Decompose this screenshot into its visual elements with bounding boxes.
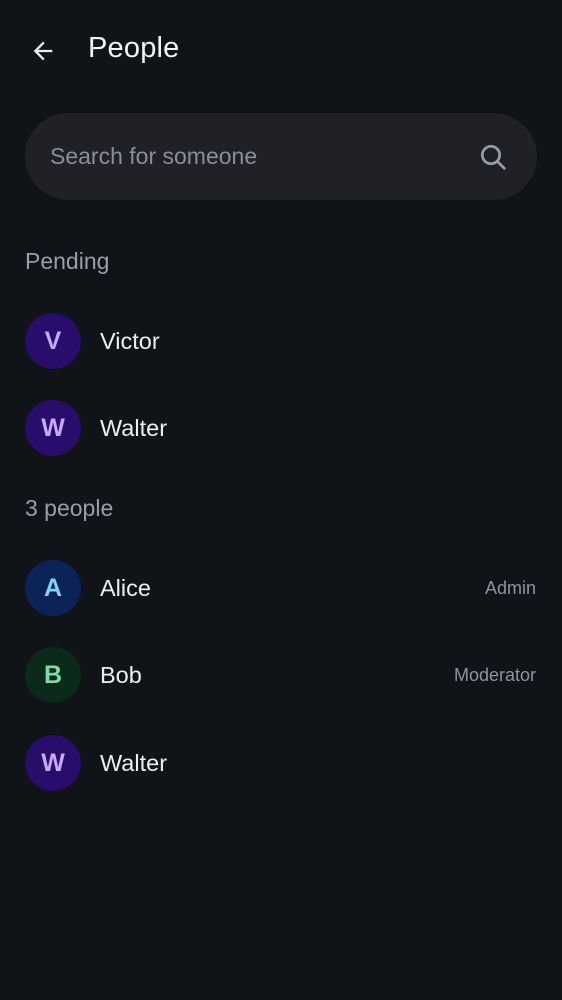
member-name: Walter [100, 749, 168, 776]
avatar: V [25, 313, 81, 369]
member-name: Bob [100, 661, 142, 688]
avatar: W [25, 735, 81, 791]
search-input[interactable] [25, 113, 477, 200]
member-row[interactable]: B Bob Moderator [0, 635, 562, 715]
arrow-left-icon [33, 41, 53, 61]
section-header-pending: Pending [25, 248, 110, 274]
member-name: Walter [100, 414, 168, 441]
member-row[interactable]: V Victor [0, 301, 562, 381]
avatar: W [25, 400, 81, 456]
member-name: Victor [100, 327, 160, 354]
page-title: People [88, 32, 180, 64]
top-app-bar: People [0, 0, 562, 100]
avatar: A [25, 560, 81, 616]
member-row[interactable]: W Walter [0, 723, 562, 803]
member-name: Alice [100, 574, 151, 601]
member-role-label: Moderator [453, 664, 536, 685]
search-icon[interactable] [477, 141, 509, 173]
section-header-members: 3 people [25, 495, 114, 521]
member-role-label: Admin [484, 577, 536, 598]
back-button[interactable] [22, 30, 64, 72]
member-row[interactable]: W Walter [0, 388, 562, 468]
avatar: B [25, 647, 81, 703]
search-bar[interactable] [25, 113, 537, 200]
member-row[interactable]: A Alice Admin [0, 548, 562, 628]
